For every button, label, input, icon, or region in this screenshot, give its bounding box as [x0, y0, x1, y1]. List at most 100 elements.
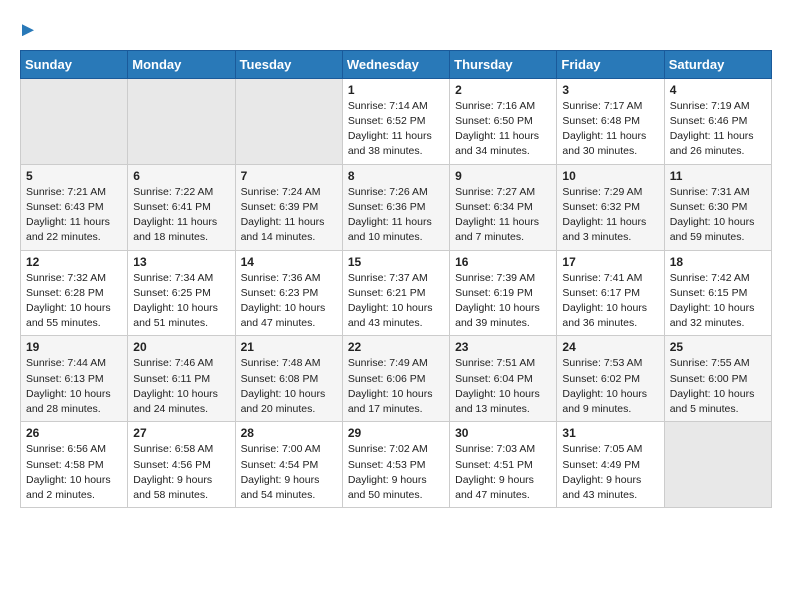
calendar-cell: 3 Sunrise: 7:17 AM Sunset: 6:48 PM Daylig…	[557, 78, 664, 164]
day-info: Sunrise: 7:29 AM Sunset: 6:32 PM Dayligh…	[562, 185, 658, 246]
day-number: 8	[348, 169, 444, 183]
day-number: 15	[348, 255, 444, 269]
weekday-header-friday: Friday	[557, 50, 664, 78]
calendar-cell: 20Sunrise: 7:46 AM Sunset: 6:11 PM Dayli…	[128, 336, 235, 422]
day-info: Sunrise: 7:55 AM Sunset: 6:00 PM Dayligh…	[670, 356, 766, 417]
calendar-cell: 7 Sunrise: 7:24 AM Sunset: 6:39 PM Daylig…	[235, 164, 342, 250]
calendar-cell: 10 Sunrise: 7:29 AM Sunset: 6:32 PM Dayli…	[557, 164, 664, 250]
day-info: Sunrise: 7:02 AM Sunset: 4:53 PM Dayligh…	[348, 442, 444, 503]
day-number: 16	[455, 255, 551, 269]
calendar-cell: 22 Sunrise: 7:49 AM Sunset: 6:06 PM Dayli…	[342, 336, 449, 422]
day-number: 2	[455, 83, 551, 97]
day-number: 14	[241, 255, 337, 269]
day-number: 13	[133, 255, 229, 269]
calendar-cell: 24 Sunrise: 7:53 AM Sunset: 6:02 PM Dayli…	[557, 336, 664, 422]
calendar-cell	[128, 78, 235, 164]
day-info: Sunrise: 7:42 AM Sunset: 6:15 PM Dayligh…	[670, 271, 766, 332]
day-number: 1	[348, 83, 444, 97]
day-info: Sunrise: 6:56 AM Sunset: 4:58 PM Dayligh…	[26, 442, 122, 503]
logo-arrow-icon	[22, 24, 34, 36]
calendar-cell	[235, 78, 342, 164]
day-number: 10	[562, 169, 658, 183]
day-number: 5	[26, 169, 122, 183]
calendar-week-row: 5 Sunrise: 7:21 AM Sunset: 6:43 PM Daylig…	[21, 164, 772, 250]
day-info: Sunrise: 7:21 AM Sunset: 6:43 PM Dayligh…	[26, 185, 122, 246]
day-number: 9	[455, 169, 551, 183]
calendar-cell: 17 Sunrise: 7:41 AM Sunset: 6:17 PM Dayli…	[557, 250, 664, 336]
day-info: Sunrise: 7:32 AM Sunset: 6:28 PM Dayligh…	[26, 271, 122, 332]
calendar-cell: 23 Sunrise: 7:51 AM Sunset: 6:04 PM Dayli…	[450, 336, 557, 422]
calendar-cell	[664, 422, 771, 508]
day-info: Sunrise: 7:22 AM Sunset: 6:41 PM Dayligh…	[133, 185, 229, 246]
day-number: 30	[455, 426, 551, 440]
day-number: 21	[241, 340, 337, 354]
day-info: Sunrise: 7:17 AM Sunset: 6:48 PM Dayligh…	[562, 99, 658, 160]
calendar-week-row: 19 Sunrise: 7:44 AM Sunset: 6:13 PM Dayli…	[21, 336, 772, 422]
calendar-cell: 19 Sunrise: 7:44 AM Sunset: 6:13 PM Dayli…	[21, 336, 128, 422]
day-info: Sunrise: 7:53 AM Sunset: 6:02 PM Dayligh…	[562, 356, 658, 417]
day-info: Sunrise: 7:16 AM Sunset: 6:50 PM Dayligh…	[455, 99, 551, 160]
day-number: 28	[241, 426, 337, 440]
weekday-header-sunday: Sunday	[21, 50, 128, 78]
calendar-header-row: SundayMondayTuesdayWednesdayThursdayFrid…	[21, 50, 772, 78]
calendar-cell: 25 Sunrise: 7:55 AM Sunset: 6:00 PM Dayli…	[664, 336, 771, 422]
calendar-table: SundayMondayTuesdayWednesdayThursdayFrid…	[20, 50, 772, 508]
day-info: Sunrise: 7:27 AM Sunset: 6:34 PM Dayligh…	[455, 185, 551, 246]
logo-line1	[20, 20, 34, 40]
weekday-header-wednesday: Wednesday	[342, 50, 449, 78]
calendar-cell: 6Sunrise: 7:22 AM Sunset: 6:41 PM Daylig…	[128, 164, 235, 250]
day-number: 12	[26, 255, 122, 269]
calendar-cell: 14 Sunrise: 7:36 AM Sunset: 6:23 PM Dayli…	[235, 250, 342, 336]
day-number: 7	[241, 169, 337, 183]
day-number: 22	[348, 340, 444, 354]
calendar-cell: 21 Sunrise: 7:48 AM Sunset: 6:08 PM Dayli…	[235, 336, 342, 422]
calendar-cell: 28 Sunrise: 7:00 AM Sunset: 4:54 PM Dayli…	[235, 422, 342, 508]
weekday-header-thursday: Thursday	[450, 50, 557, 78]
day-info: Sunrise: 7:26 AM Sunset: 6:36 PM Dayligh…	[348, 185, 444, 246]
calendar-cell: 29Sunrise: 7:02 AM Sunset: 4:53 PM Dayli…	[342, 422, 449, 508]
day-info: Sunrise: 7:41 AM Sunset: 6:17 PM Dayligh…	[562, 271, 658, 332]
day-info: Sunrise: 7:05 AM Sunset: 4:49 PM Dayligh…	[562, 442, 658, 503]
weekday-header-monday: Monday	[128, 50, 235, 78]
day-info: Sunrise: 7:48 AM Sunset: 6:08 PM Dayligh…	[241, 356, 337, 417]
day-number: 3	[562, 83, 658, 97]
day-number: 26	[26, 426, 122, 440]
calendar-week-row: 12 Sunrise: 7:32 AM Sunset: 6:28 PM Dayli…	[21, 250, 772, 336]
calendar-cell: 5 Sunrise: 7:21 AM Sunset: 6:43 PM Daylig…	[21, 164, 128, 250]
day-number: 4	[670, 83, 766, 97]
day-info: Sunrise: 7:00 AM Sunset: 4:54 PM Dayligh…	[241, 442, 337, 503]
calendar-cell: 30 Sunrise: 7:03 AM Sunset: 4:51 PM Dayli…	[450, 422, 557, 508]
day-number: 17	[562, 255, 658, 269]
calendar-week-row: 26 Sunrise: 6:56 AM Sunset: 4:58 PM Dayli…	[21, 422, 772, 508]
calendar-cell: 12 Sunrise: 7:32 AM Sunset: 6:28 PM Dayli…	[21, 250, 128, 336]
day-info: Sunrise: 7:19 AM Sunset: 6:46 PM Dayligh…	[670, 99, 766, 160]
day-number: 18	[670, 255, 766, 269]
calendar-cell: 26 Sunrise: 6:56 AM Sunset: 4:58 PM Dayli…	[21, 422, 128, 508]
calendar-cell: 11Sunrise: 7:31 AM Sunset: 6:30 PM Dayli…	[664, 164, 771, 250]
day-number: 23	[455, 340, 551, 354]
calendar-cell: 2 Sunrise: 7:16 AM Sunset: 6:50 PM Daylig…	[450, 78, 557, 164]
day-info: Sunrise: 7:51 AM Sunset: 6:04 PM Dayligh…	[455, 356, 551, 417]
day-number: 19	[26, 340, 122, 354]
day-info: Sunrise: 7:03 AM Sunset: 4:51 PM Dayligh…	[455, 442, 551, 503]
day-info: Sunrise: 7:37 AM Sunset: 6:21 PM Dayligh…	[348, 271, 444, 332]
day-number: 25	[670, 340, 766, 354]
day-number: 11	[670, 169, 766, 183]
calendar-cell: 18 Sunrise: 7:42 AM Sunset: 6:15 PM Dayli…	[664, 250, 771, 336]
day-number: 24	[562, 340, 658, 354]
day-info: Sunrise: 7:24 AM Sunset: 6:39 PM Dayligh…	[241, 185, 337, 246]
day-number: 27	[133, 426, 229, 440]
day-info: Sunrise: 7:46 AM Sunset: 6:11 PM Dayligh…	[133, 356, 229, 417]
day-info: Sunrise: 7:34 AM Sunset: 6:25 PM Dayligh…	[133, 271, 229, 332]
weekday-header-tuesday: Tuesday	[235, 50, 342, 78]
day-info: Sunrise: 7:14 AM Sunset: 6:52 PM Dayligh…	[348, 99, 444, 160]
day-info: Sunrise: 7:49 AM Sunset: 6:06 PM Dayligh…	[348, 356, 444, 417]
page-header	[20, 20, 772, 40]
day-info: Sunrise: 7:36 AM Sunset: 6:23 PM Dayligh…	[241, 271, 337, 332]
calendar-cell: 1 Sunrise: 7:14 AM Sunset: 6:52 PM Daylig…	[342, 78, 449, 164]
calendar-week-row: 1 Sunrise: 7:14 AM Sunset: 6:52 PM Daylig…	[21, 78, 772, 164]
day-info: Sunrise: 6:58 AM Sunset: 4:56 PM Dayligh…	[133, 442, 229, 503]
weekday-header-saturday: Saturday	[664, 50, 771, 78]
day-info: Sunrise: 7:44 AM Sunset: 6:13 PM Dayligh…	[26, 356, 122, 417]
calendar-cell: 27 Sunrise: 6:58 AM Sunset: 4:56 PM Dayli…	[128, 422, 235, 508]
